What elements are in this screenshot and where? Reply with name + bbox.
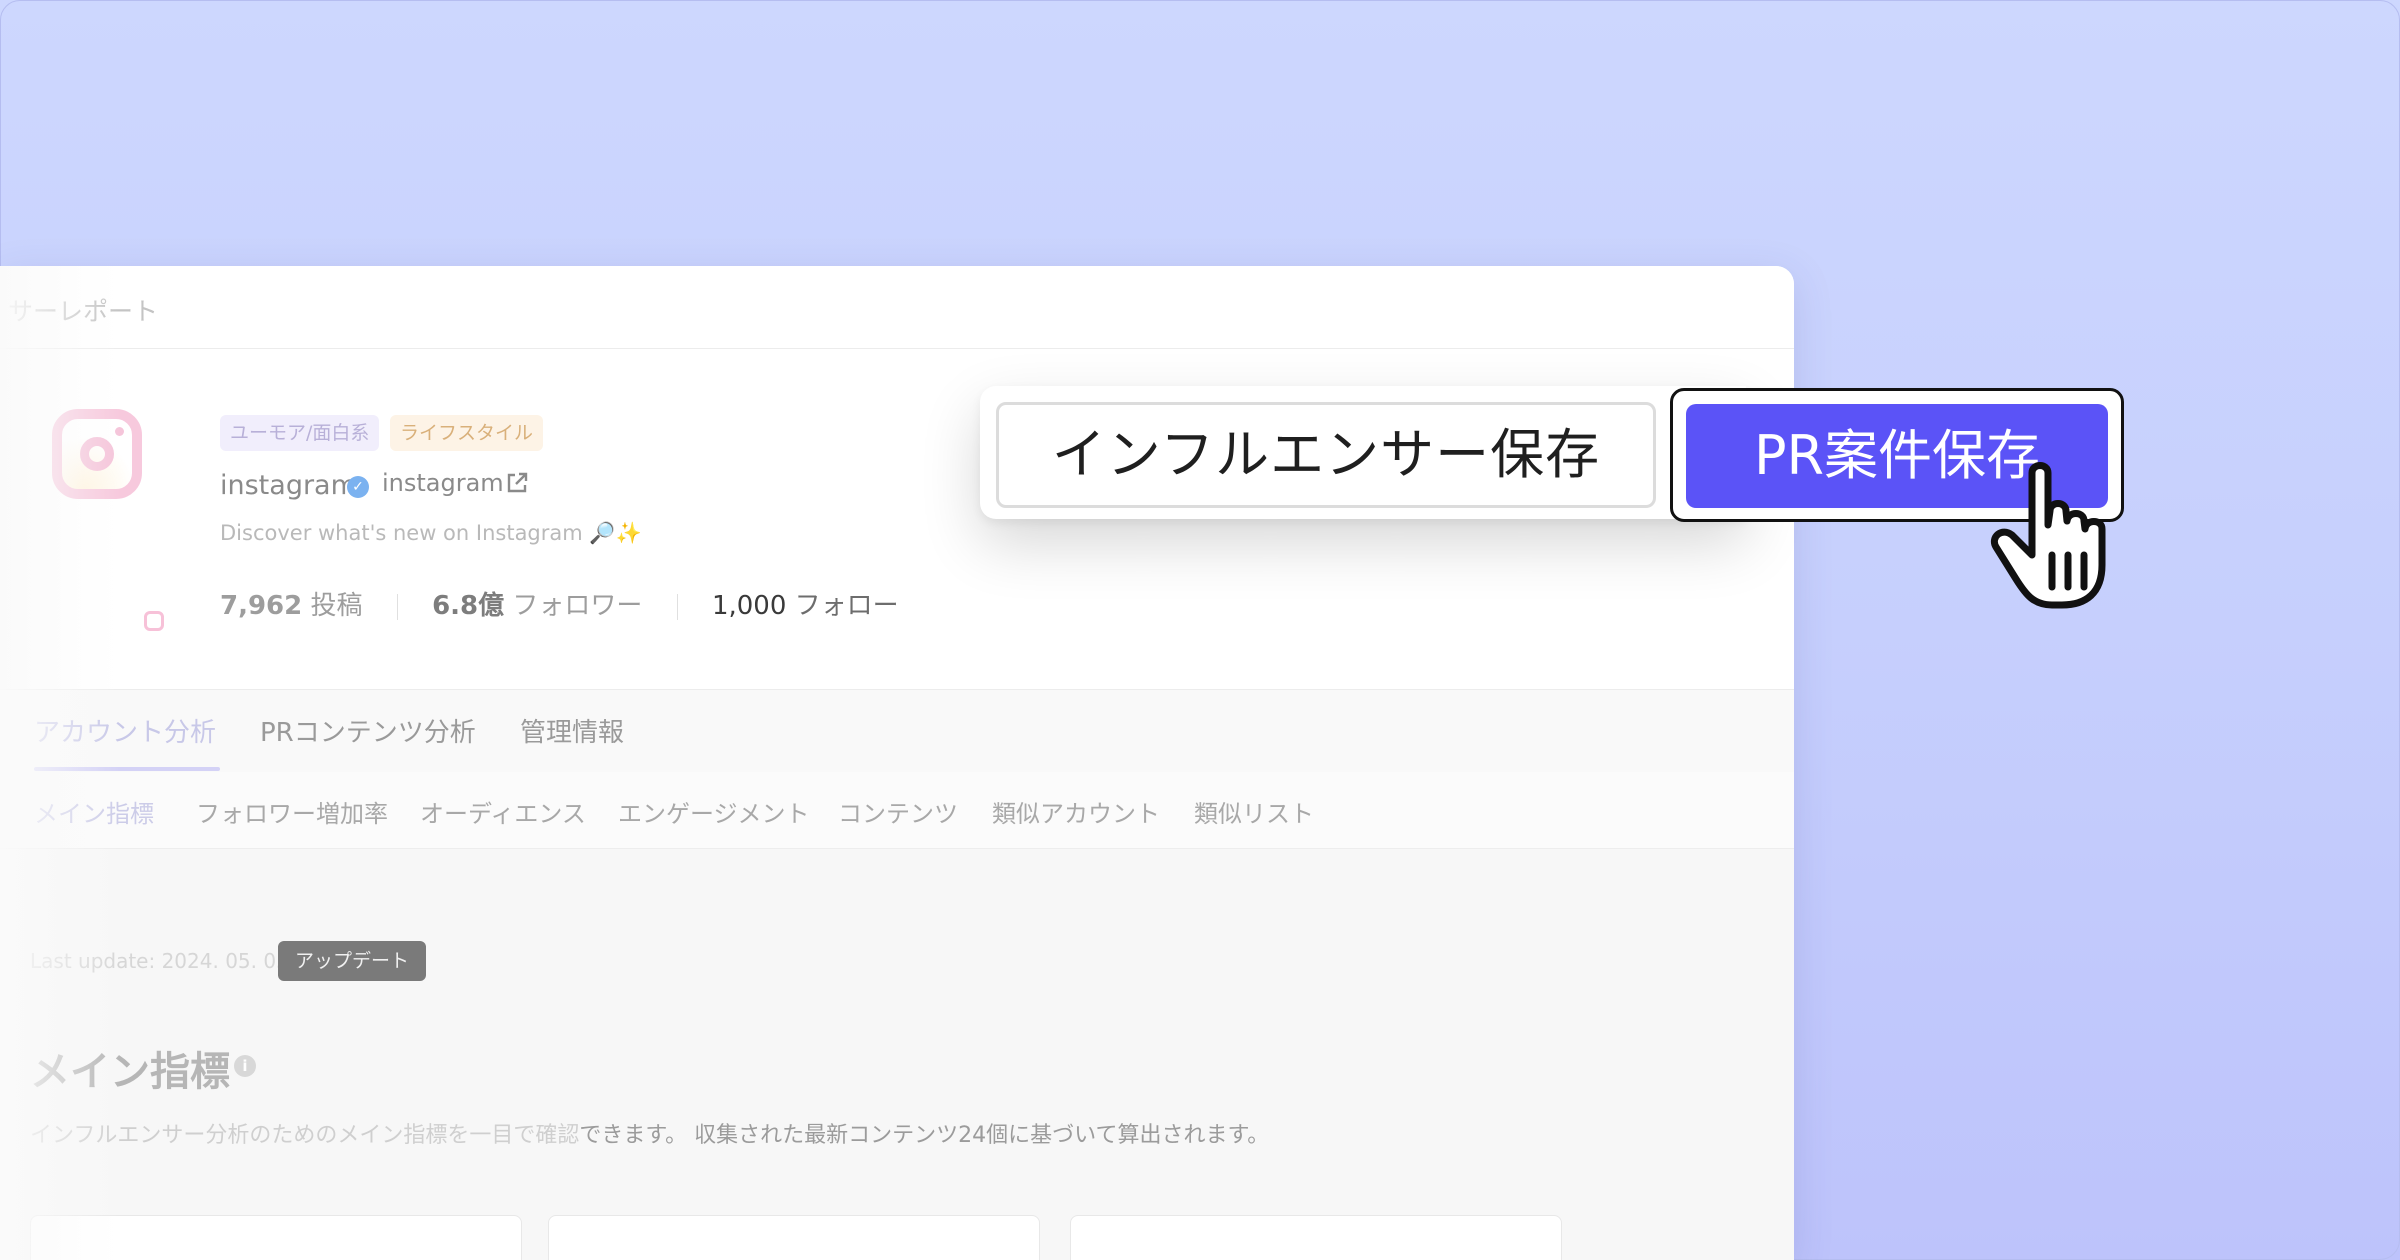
account-name: instagram bbox=[220, 470, 357, 501]
last-update-text: Last update: 2024. 05. 05 bbox=[30, 949, 289, 973]
section-description: インフルエンサー分析のためのメイン指標を一目で確認できます。 収集された最新コン… bbox=[30, 1123, 1270, 1148]
subtab-similar-lists[interactable]: 類似リスト bbox=[1194, 794, 1314, 829]
divider bbox=[396, 593, 398, 620]
tab-management-info[interactable]: 管理情報 bbox=[520, 712, 624, 749]
instagram-logo bbox=[52, 409, 142, 499]
metric-card bbox=[1070, 1215, 1562, 1260]
stat-following: 1,000 フォロー bbox=[711, 591, 899, 621]
active-tab-indicator bbox=[34, 767, 220, 771]
account-stats: 7,962 投稿 6.8億 フォロワー 1,000 フォロー bbox=[220, 585, 899, 622]
update-button[interactable]: アップデート bbox=[278, 941, 426, 981]
tab-account-analysis[interactable]: アカウント分析 bbox=[34, 712, 216, 749]
subtab-similar-accounts[interactable]: 類似アカウント bbox=[992, 794, 1160, 829]
account-handle[interactable]: instagram bbox=[382, 469, 504, 497]
subtab-main-metrics[interactable]: メイン指標 bbox=[34, 794, 154, 829]
section-title: メイン指標 bbox=[30, 1049, 230, 1095]
main-content: Last update: 2024. 05. 05 アップデート メイン指標 i… bbox=[0, 849, 1794, 1260]
divider bbox=[676, 593, 678, 620]
instagram-small-icon bbox=[144, 611, 164, 631]
stat-posts: 7,962 投稿 bbox=[220, 591, 363, 621]
subtab-contents[interactable]: コンテンツ bbox=[838, 794, 958, 829]
stat-followers: 6.8億 フォロワー bbox=[432, 591, 643, 621]
category-tag: ユーモア/面白系 bbox=[220, 415, 380, 451]
hand-cursor-icon bbox=[1991, 462, 2106, 609]
breadcrumb: サーレポート bbox=[8, 297, 159, 326]
verified-icon: ✓ bbox=[347, 476, 369, 498]
info-icon[interactable]: i bbox=[234, 1055, 256, 1077]
save-influencer-button[interactable]: インフルエンサー保存 bbox=[996, 402, 1656, 508]
subtab-audience[interactable]: オーディエンス bbox=[420, 794, 586, 829]
metric-card bbox=[548, 1215, 1040, 1260]
subtab-follower-growth[interactable]: フォロワー増加率 bbox=[196, 794, 388, 829]
category-tag: ライフスタイル bbox=[390, 415, 544, 451]
main-tabs: アカウント分析 PRコンテンツ分析 管理情報 bbox=[0, 689, 1794, 773]
subtab-engagement[interactable]: エンゲージメント bbox=[618, 794, 810, 829]
metric-card bbox=[30, 1215, 522, 1260]
top-bar: サーレポート bbox=[0, 266, 1794, 349]
sub-tabs: メイン指標 フォロワー増加率 オーディエンス エンゲージメント コンテンツ 類似… bbox=[0, 772, 1794, 849]
tab-pr-content-analysis[interactable]: PRコンテンツ分析 bbox=[260, 712, 476, 749]
account-bio: Discover what's new on Instagram 🔎✨ bbox=[220, 521, 642, 545]
external-link-icon[interactable] bbox=[505, 471, 529, 495]
